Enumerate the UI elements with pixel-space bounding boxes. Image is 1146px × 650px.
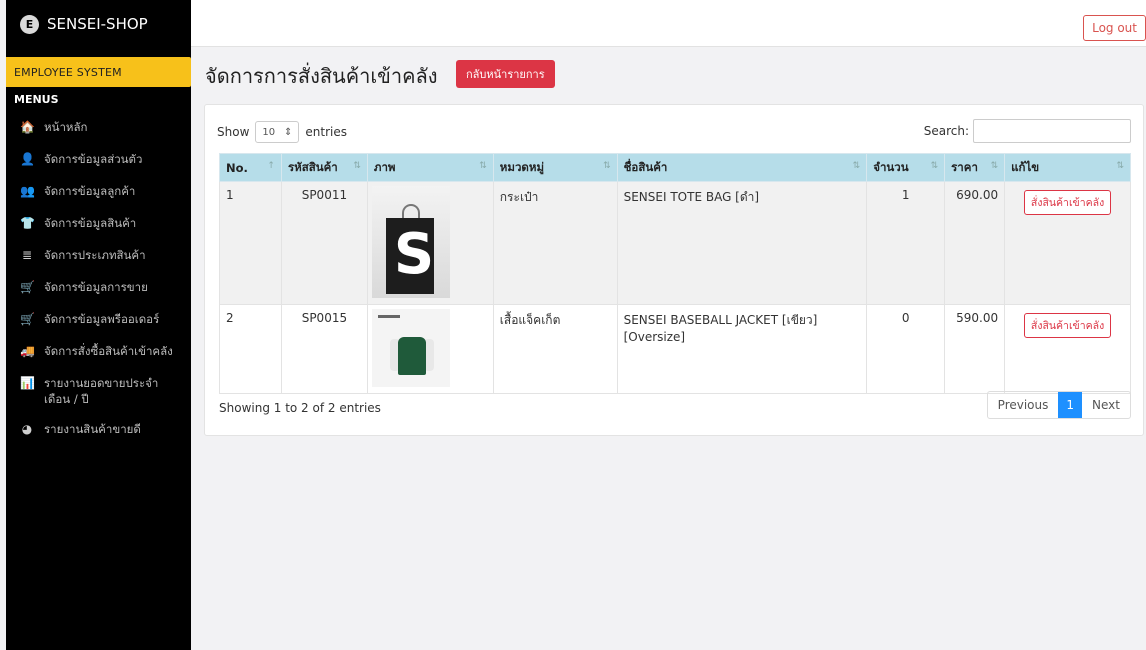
sort-icon: ⇅ <box>852 161 861 171</box>
sort-icon: ⇅ <box>1116 161 1124 171</box>
content-card: Show 10 ⇕ entries Search: No. ↑ รหัสสินค้… <box>204 104 1144 436</box>
back-to-list-button[interactable]: กลับหน้ารายการ <box>456 60 555 88</box>
pagination-previous[interactable]: Previous <box>988 392 1059 418</box>
cell-price: 690.00 <box>944 181 1006 305</box>
users-icon: 👥 <box>20 184 35 198</box>
brand[interactable]: E SENSEI-SHOP <box>6 0 191 48</box>
sort-icon: ⇅ <box>990 161 999 171</box>
bag-logo-glyph: S <box>393 222 435 287</box>
search-box: Search: <box>924 119 1131 143</box>
entries-select[interactable]: 10 ⇕ <box>255 121 300 143</box>
search-input[interactable] <box>973 119 1131 143</box>
sidebar: E SENSEI-SHOP EMPLOYEE SYSTEM MENUS 🏠 หน… <box>6 0 191 650</box>
pagination: Previous 1 Next <box>986 391 1131 419</box>
col-image[interactable]: ภาพ ⇅ <box>366 153 494 182</box>
sidebar-item-label: จัดการข้อมูลลูกค้า <box>44 184 136 198</box>
jacket-image <box>371 309 450 387</box>
sidebar-item-label: จัดการข้อมูลส่วนตัว <box>44 152 143 166</box>
show-entries: Show 10 ⇕ entries <box>217 121 347 143</box>
cell-no: 2 <box>219 304 282 394</box>
table-row: 1 SP0011 S กระเป๋า SENSEI TOTE BAG [ดำ] … <box>219 181 1131 305</box>
order-to-stock-button[interactable]: สั่งสินค้าเข้าคลัง <box>1023 190 1112 215</box>
sidebar-item-label: หน้าหลัก <box>44 120 88 134</box>
cell-image <box>366 304 494 394</box>
cell-category: กระเป๋า <box>492 181 618 305</box>
sidebar-item-stock-orders[interactable]: 🚚 จัดการสั่งซื้อสินค้าเข้าคลัง <box>6 337 191 369</box>
col-code[interactable]: รหัสสินค้า ⇅ <box>280 153 368 182</box>
col-no[interactable]: No. ↑ <box>219 153 282 182</box>
pie-chart-icon: ◕ <box>21 422 33 436</box>
sidebar-menu: 🏠 หน้าหลัก 👤 จัดการข้อมูลส่วนตัว 👥 จัดกา… <box>6 113 191 447</box>
employee-system-bar[interactable]: EMPLOYEE SYSTEM <box>6 57 191 87</box>
sidebar-item-label: รายงานสินค้าขายดี <box>44 422 141 436</box>
cell-action: สั่งสินค้าเข้าคลัง <box>1004 304 1131 394</box>
cell-qty: 1 <box>866 181 946 305</box>
show-label: Show <box>217 125 250 139</box>
sort-icon: ⇅ <box>353 161 361 171</box>
col-qty[interactable]: จำนวน ⇅ <box>866 153 946 182</box>
sidebar-item-label: จัดการสั่งซื้อสินค้าเข้าคลัง <box>44 344 173 358</box>
sidebar-item-profile[interactable]: 👤 จัดการข้อมูลส่วนตัว <box>6 145 191 177</box>
sidebar-item-bestsellers[interactable]: ◕ รายงานสินค้าขายดี <box>6 415 191 447</box>
table-row: 2 SP0015 เสื้อแจ็คเก็ต SENSEI BASEBALL J… <box>219 304 1131 394</box>
sidebar-item-label: รายงานยอดขายประจำเดือน / ปี <box>44 376 159 406</box>
sidebar-item-label: จัดการข้อมูลการขาย <box>44 280 148 294</box>
tote-bag-image: S <box>371 186 450 298</box>
topbar: Log out <box>191 0 1146 47</box>
sort-icon: ⇅ <box>930 161 939 171</box>
cell-code: SP0015 <box>280 304 368 394</box>
sort-icon: ⇅ <box>479 161 487 171</box>
shirt-icon: 👕 <box>20 216 35 230</box>
sidebar-item-sales-report[interactable]: 📊 รายงานยอดขายประจำเดือน / ปี <box>6 369 191 415</box>
sort-asc-icon: ↑ <box>267 161 275 171</box>
order-to-stock-button[interactable]: สั่งสินค้าเข้าคลัง <box>1023 313 1112 338</box>
cell-qty: 0 <box>866 304 946 394</box>
list-icon: ≣ <box>21 248 33 262</box>
user-icon: 👤 <box>20 152 35 166</box>
col-edit[interactable]: แก้ไข ⇅ <box>1004 153 1131 182</box>
sidebar-item-label: จัดการประเภทสินค้า <box>44 248 146 262</box>
col-category[interactable]: หมวดหมู่ ⇅ <box>492 153 618 182</box>
page-title: จัดการการสั่งสินค้าเข้าคลัง <box>205 64 438 88</box>
sidebar-item-customers[interactable]: 👥 จัดการข้อมูลลูกค้า <box>6 177 191 209</box>
cell-name: SENSEI TOTE BAG [ดำ] <box>616 181 868 305</box>
truck-icon: 🚚 <box>20 344 35 358</box>
sidebar-item-sales[interactable]: 🛒 จัดการข้อมูลการขาย <box>6 273 191 305</box>
menus-label: MENUS <box>14 93 59 106</box>
sidebar-item-label: จัดการข้อมูลพรีออเดอร์ <box>44 312 160 326</box>
col-name[interactable]: ชื่อสินค้า ⇅ <box>616 153 868 182</box>
sidebar-item-label: จัดการข้อมูลสินค้า <box>44 216 137 230</box>
sidebar-item-home[interactable]: 🏠 หน้าหลัก <box>6 113 191 145</box>
sort-icon: ⇅ <box>603 161 611 171</box>
search-label: Search: <box>923 124 969 138</box>
logout-button[interactable]: Log out <box>1083 15 1146 41</box>
cell-no: 1 <box>219 181 282 305</box>
pagination-page-1[interactable]: 1 <box>1058 392 1083 418</box>
cell-image: S <box>366 181 494 305</box>
pagination-next[interactable]: Next <box>1082 392 1130 418</box>
sidebar-item-preorders[interactable]: 🛒 จัดการข้อมูลพรีออเดอร์ <box>6 305 191 337</box>
table-header-row: No. ↑ รหัสสินค้า ⇅ ภาพ ⇅ หมวดหมู่ ⇅ ชื่อสินค… <box>219 153 1131 182</box>
table-info: Showing 1 to 2 of 2 entries <box>219 401 381 415</box>
entries-select-value: 10 <box>262 126 276 138</box>
brand-logo: E <box>20 14 39 34</box>
cell-action: สั่งสินค้าเข้าคลัง <box>1004 181 1131 305</box>
home-icon: 🏠 <box>20 120 35 134</box>
cell-code: SP0011 <box>280 181 368 305</box>
select-caret-icon: ⇕ <box>284 126 293 138</box>
sidebar-item-categories[interactable]: ≣ จัดการประเภทสินค้า <box>6 241 191 273</box>
sidebar-item-products[interactable]: 👕 จัดการข้อมูลสินค้า <box>6 209 191 241</box>
cart-icon: 🛒 <box>20 312 35 326</box>
col-price[interactable]: ราคา ⇅ <box>944 153 1006 182</box>
chart-icon: 📊 <box>20 376 35 390</box>
cell-name: SENSEI BASEBALL JACKET [เขียว] [Oversize… <box>616 304 868 394</box>
cell-price: 590.00 <box>944 304 1006 394</box>
cell-category: เสื้อแจ็คเก็ต <box>492 304 618 394</box>
entries-label: entries <box>305 125 347 139</box>
brand-name: SENSEI-SHOP <box>47 15 148 33</box>
products-table: No. ↑ รหัสสินค้า ⇅ ภาพ ⇅ หมวดหมู่ ⇅ ชื่อสินค… <box>219 153 1131 394</box>
cart-icon: 🛒 <box>20 280 35 294</box>
